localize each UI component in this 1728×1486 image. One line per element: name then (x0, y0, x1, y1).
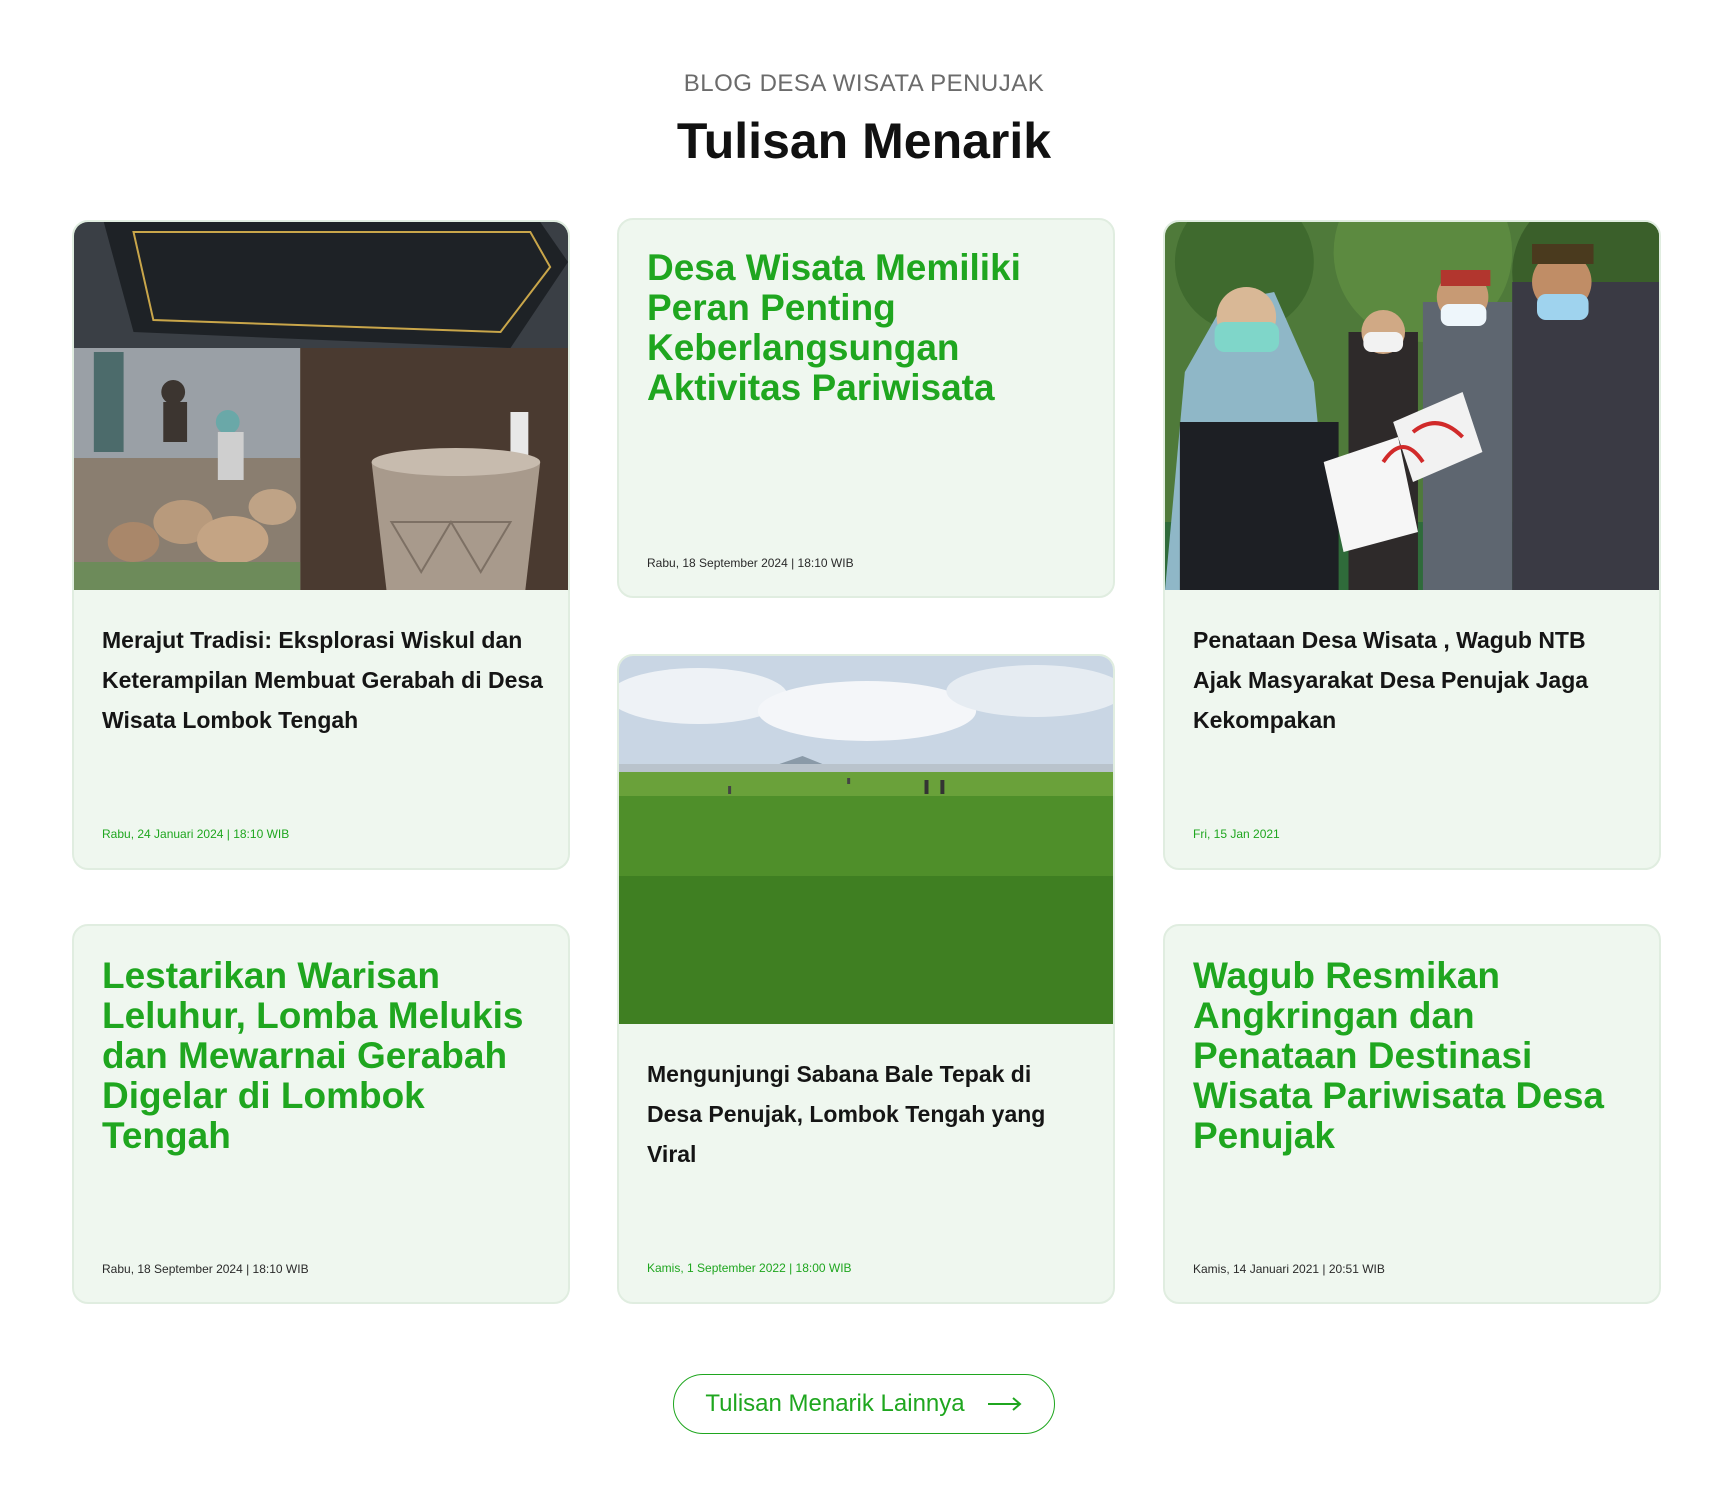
savanna-photo (619, 656, 1113, 1024)
section-title: Tulisan Menarik (676, 113, 1052, 169)
article-date: Rabu, 18 September 2024 | 18:10 WIB (102, 1262, 309, 1276)
handover-photo (1165, 222, 1659, 590)
article-headline[interactable]: Mengunjungi Sabana Bale Tepak di Desa Pe… (647, 1054, 1089, 1174)
article-card-sabana[interactable]: Mengunjungi Sabana Bale Tepak di Desa Pe… (617, 654, 1115, 1304)
more-articles-label: Tulisan Menarik Lainnya (705, 1390, 965, 1417)
article-headline[interactable]: Wagub Resmikan Angkringan dan Penataan D… (1193, 956, 1619, 1156)
article-date: Kamis, 1 September 2022 | 18:00 WIB (647, 1261, 852, 1275)
article-headline[interactable]: Desa Wisata Memiliki Peran Penting Keber… (647, 248, 1073, 408)
article-card-pottery[interactable]: Merajut Tradisi: Eksplorasi Wiskul dan K… (72, 220, 570, 870)
article-headline[interactable]: Penataan Desa Wisata , Wagub NTB Ajak Ma… (1193, 620, 1635, 740)
section-eyebrow: BLOG DESA WISATA PENUJAK (683, 70, 1045, 97)
article-headline[interactable]: Merajut Tradisi: Eksplorasi Wiskul dan K… (102, 620, 544, 740)
article-headline[interactable]: Lestarikan Warisan Leluhur, Lomba Meluki… (102, 956, 528, 1156)
article-image-wagub (1165, 222, 1659, 590)
article-image-pottery (74, 222, 568, 590)
more-articles-button[interactable]: Tulisan Menarik Lainnya (673, 1374, 1055, 1434)
article-date: Fri, 15 Jan 2021 (1193, 827, 1280, 841)
article-card-lomba[interactable]: Lestarikan Warisan Leluhur, Lomba Meluki… (72, 924, 570, 1304)
pottery-photo (74, 222, 568, 590)
article-card-angkringan[interactable]: Wagub Resmikan Angkringan dan Penataan D… (1163, 924, 1661, 1304)
article-card-desa-wisata[interactable]: Desa Wisata Memiliki Peran Penting Keber… (617, 218, 1115, 598)
article-date: Kamis, 14 Januari 2021 | 20:51 WIB (1193, 1262, 1385, 1276)
article-date: Rabu, 24 Januari 2024 | 18:10 WIB (102, 827, 290, 841)
arrow-right-icon (987, 1397, 1022, 1411)
article-image-sabana (619, 656, 1113, 1024)
article-card-wagub[interactable]: Penataan Desa Wisata , Wagub NTB Ajak Ma… (1163, 220, 1661, 870)
article-date: Rabu, 18 September 2024 | 18:10 WIB (647, 556, 854, 570)
